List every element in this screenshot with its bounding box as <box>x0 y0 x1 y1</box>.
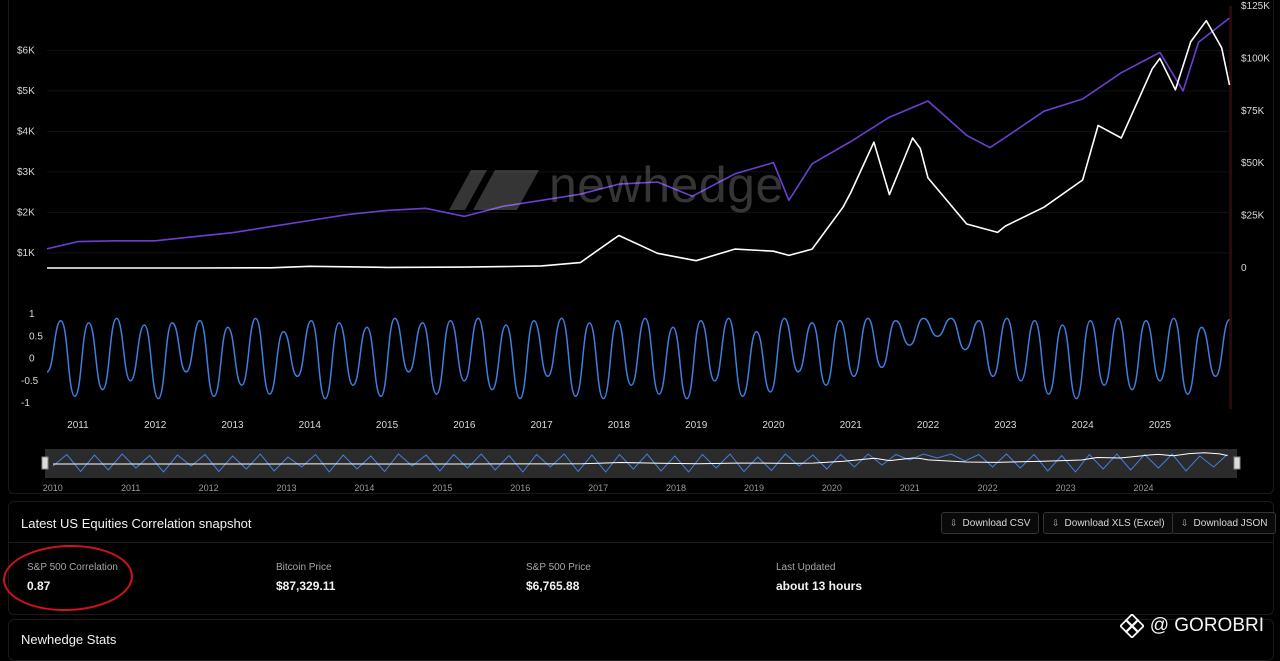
x-tick-label: 2011 <box>67 420 89 431</box>
left-tick-label: $1K <box>17 248 35 259</box>
x-tick-label: 2022 <box>917 420 940 431</box>
x-tick-label: 2025 <box>1149 420 1172 431</box>
bitcoin-price-line <box>47 19 1231 269</box>
download-icon: ⇩ <box>1181 517 1189 528</box>
navigator-tick-label: 2019 <box>744 483 764 493</box>
stats-title: Newhedge Stats <box>21 632 117 647</box>
newhedge-stats-card: Newhedge Stats <box>8 619 1274 661</box>
range-navigator[interactable] <box>41 449 1241 478</box>
chart-svg[interactable]: $1K $2K $3K $4K $5K $6K 0 $25K $50K $75K $100K $12… <box>9 0 1273 493</box>
navigator-tick-label: 2022 <box>978 483 998 493</box>
navigator-tick-label: 2016 <box>510 483 530 493</box>
left-tick-label: $2K <box>17 207 35 218</box>
snapshot-title: Latest US Equities Correlation snapshot <box>21 516 252 531</box>
download-xls-button[interactable]: ⇩ Download XLS (Excel) <box>1043 512 1174 534</box>
left-tick-label: $4K <box>17 126 35 137</box>
navigator-tick-label: 2024 <box>1133 483 1153 493</box>
left-axis: $1K $2K $3K $4K $5K $6K <box>17 45 35 259</box>
chart-card: $1K $2K $3K $4K $5K $6K 0 $25K $50K $75K $100K $12… <box>8 0 1274 494</box>
binance-diamond-icon <box>1119 614 1144 638</box>
navigator-tick-label: 2018 <box>666 483 686 493</box>
right-axis: 0 $25K $50K $75K $100K $125K <box>1241 1 1270 274</box>
left-tick-label: $6K <box>17 45 35 56</box>
credit-watermark: @ GOROBRI <box>1119 614 1264 638</box>
navigator-axis: 2010 2011 2012 2013 2014 2015 2016 2017 2018 2019… <box>43 483 1154 493</box>
x-tick-label: 2013 <box>221 420 244 431</box>
stat-bitcoin-price: Bitcoin Price $87,329.11 <box>276 562 336 593</box>
corr-tick-label: 0.5 <box>29 331 43 342</box>
stat-last-updated: Last Updated about 13 hours <box>776 562 863 593</box>
stat-sp500-correlation: S&P 500 Correlation 0.87 <box>27 562 118 593</box>
right-tick-label: 0 <box>1241 263 1247 274</box>
x-tick-label: 2020 <box>762 420 785 431</box>
corr-tick-label: 0 <box>29 354 35 365</box>
current-period-marker <box>1229 6 1232 409</box>
navigator-tick-label: 2023 <box>1056 483 1076 493</box>
correlation-plot <box>46 317 1231 400</box>
left-tick-label: $3K <box>17 167 35 178</box>
corr-tick-label: -1 <box>21 398 30 409</box>
x-tick-label: 2018 <box>608 420 631 431</box>
sp500-correlation-line <box>46 317 1231 400</box>
x-tick-label: 2016 <box>453 420 476 431</box>
download-icon: ⇩ <box>950 517 958 528</box>
x-tick-label: 2014 <box>299 420 322 431</box>
corr-tick-label: -0.5 <box>21 376 39 387</box>
grid-lines <box>47 6 1232 409</box>
navigator-tick-label: 2012 <box>199 483 219 493</box>
navigator-tick-label: 2010 <box>43 483 63 493</box>
navigator-tick-label: 2021 <box>900 483 920 493</box>
right-tick-label: $25K <box>1241 211 1265 222</box>
snapshot-divider <box>9 542 1273 543</box>
navigator-tick-label: 2017 <box>588 483 608 493</box>
snapshot-card: Latest US Equities Correlation snapshot … <box>8 501 1277 615</box>
credit-text: @ GOROBRI <box>1149 615 1264 636</box>
right-tick-label: $75K <box>1241 106 1265 117</box>
navigator-tick-label: 2014 <box>354 483 374 493</box>
download-csv-button[interactable]: ⇩ Download CSV <box>941 512 1040 534</box>
x-tick-label: 2019 <box>685 420 708 431</box>
navigator-tick-label: 2020 <box>822 483 842 493</box>
left-tick-label: $5K <box>17 86 35 97</box>
x-tick-label: 2012 <box>144 420 167 431</box>
corr-tick-label: 1 <box>29 309 35 320</box>
download-icon: ⇩ <box>1052 517 1060 528</box>
download-json-button[interactable]: ⇩ Download JSON <box>1172 512 1277 534</box>
right-tick-label: $100K <box>1241 53 1270 64</box>
navigator-left-handle[interactable] <box>41 456 49 470</box>
x-axis: 2011 2012 2013 2014 2015 2016 2017 2018 2019 2020… <box>67 420 1171 431</box>
x-tick-label: 2024 <box>1071 420 1094 431</box>
navigator-tick-label: 2015 <box>432 483 452 493</box>
navigator-right-handle[interactable] <box>1233 456 1241 470</box>
right-tick-label: $50K <box>1241 158 1265 169</box>
x-tick-label: 2015 <box>376 420 399 431</box>
x-tick-label: 2021 <box>840 420 863 431</box>
stat-sp500-price: S&P 500 Price $6,765.88 <box>526 562 591 593</box>
x-tick-label: 2023 <box>994 420 1017 431</box>
navigator-tick-label: 2013 <box>277 483 297 493</box>
correlation-axis: 1 0.5 0 -0.5 -1 <box>21 309 43 409</box>
navigator-tick-label: 2011 <box>121 483 140 493</box>
right-tick-label: $125K <box>1241 1 1270 12</box>
x-tick-label: 2017 <box>530 420 553 431</box>
price-plot <box>46 17 1231 269</box>
sp500-price-line <box>46 17 1230 250</box>
